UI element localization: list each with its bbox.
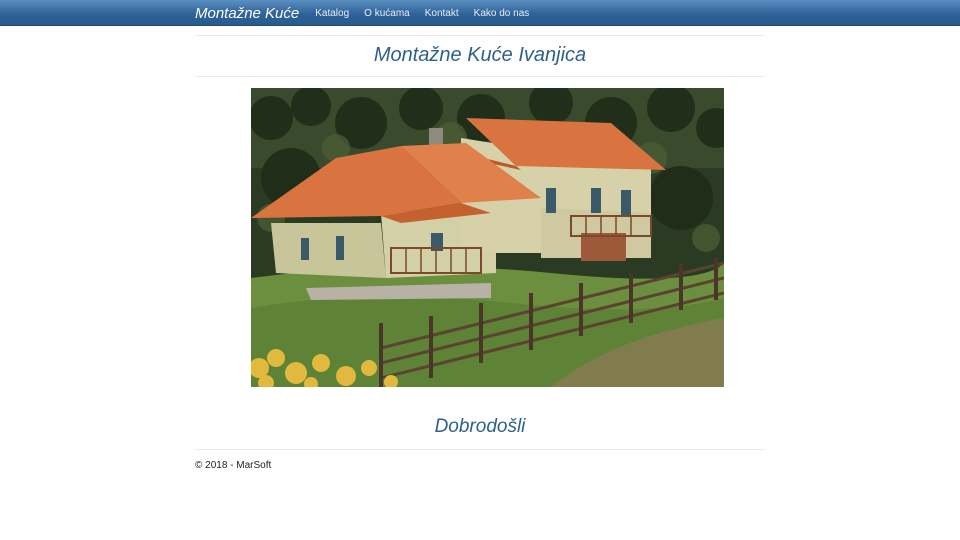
brand-link[interactable]: Montažne Kuće xyxy=(195,5,299,22)
nav-link-kontakt[interactable]: Kontakt xyxy=(425,8,459,19)
hero-house-image xyxy=(251,88,724,387)
divider xyxy=(195,76,765,77)
page-title: Montažne Kuće Ivanjica xyxy=(373,44,587,66)
divider xyxy=(195,449,765,450)
top-navbar: Montažne Kuće Katalog O kućama Kontakt K… xyxy=(0,0,960,26)
welcome-heading: Dobrodošli xyxy=(434,416,526,437)
divider xyxy=(195,35,765,36)
footer-copyright: © 2018 - MarSoft xyxy=(195,460,272,471)
nav-link-katalog[interactable]: Katalog xyxy=(315,8,349,19)
nav-link-kako-do-nas[interactable]: Kako do nas xyxy=(474,8,530,19)
nav-link-o-kucama[interactable]: O kućama xyxy=(364,8,410,19)
navbar-inner: Montažne Kuće Katalog O kućama Kontakt K… xyxy=(195,0,544,26)
